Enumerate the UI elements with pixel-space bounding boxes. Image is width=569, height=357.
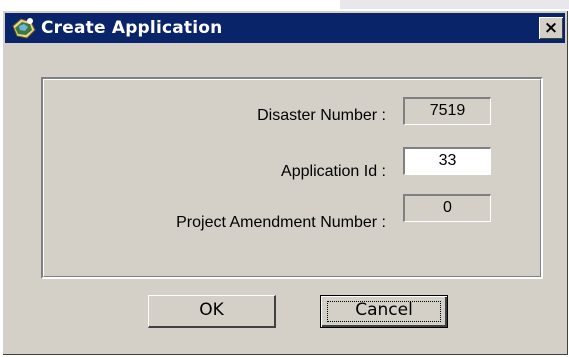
ok-button[interactable]: OK — [148, 295, 276, 328]
disaster-number-label: Disaster Number : — [257, 107, 386, 124]
close-button[interactable]: × — [539, 17, 563, 39]
cancel-button-label: Cancel — [355, 300, 413, 320]
disaster-number-field: 7519 — [403, 97, 491, 125]
title-bar[interactable]: Create Application × — [5, 13, 565, 43]
background-strip — [0, 0, 569, 10]
app-folder-icon — [12, 18, 36, 39]
application-id-input[interactable]: 33 — [403, 147, 491, 175]
project-amendment-number-field: 0 — [403, 194, 491, 222]
cancel-button[interactable]: Cancel — [320, 295, 448, 328]
close-icon: × — [543, 18, 559, 38]
create-application-dialog: Create Application × Disaster Number : 7… — [2, 10, 568, 355]
project-amendment-number-label: Project Amendment Number : — [176, 214, 386, 231]
background-window-edge — [340, 0, 569, 9]
application-id-label: Application Id : — [281, 163, 386, 180]
dialog-title: Create Application — [41, 18, 223, 38]
ok-button-label: OK — [199, 300, 224, 320]
